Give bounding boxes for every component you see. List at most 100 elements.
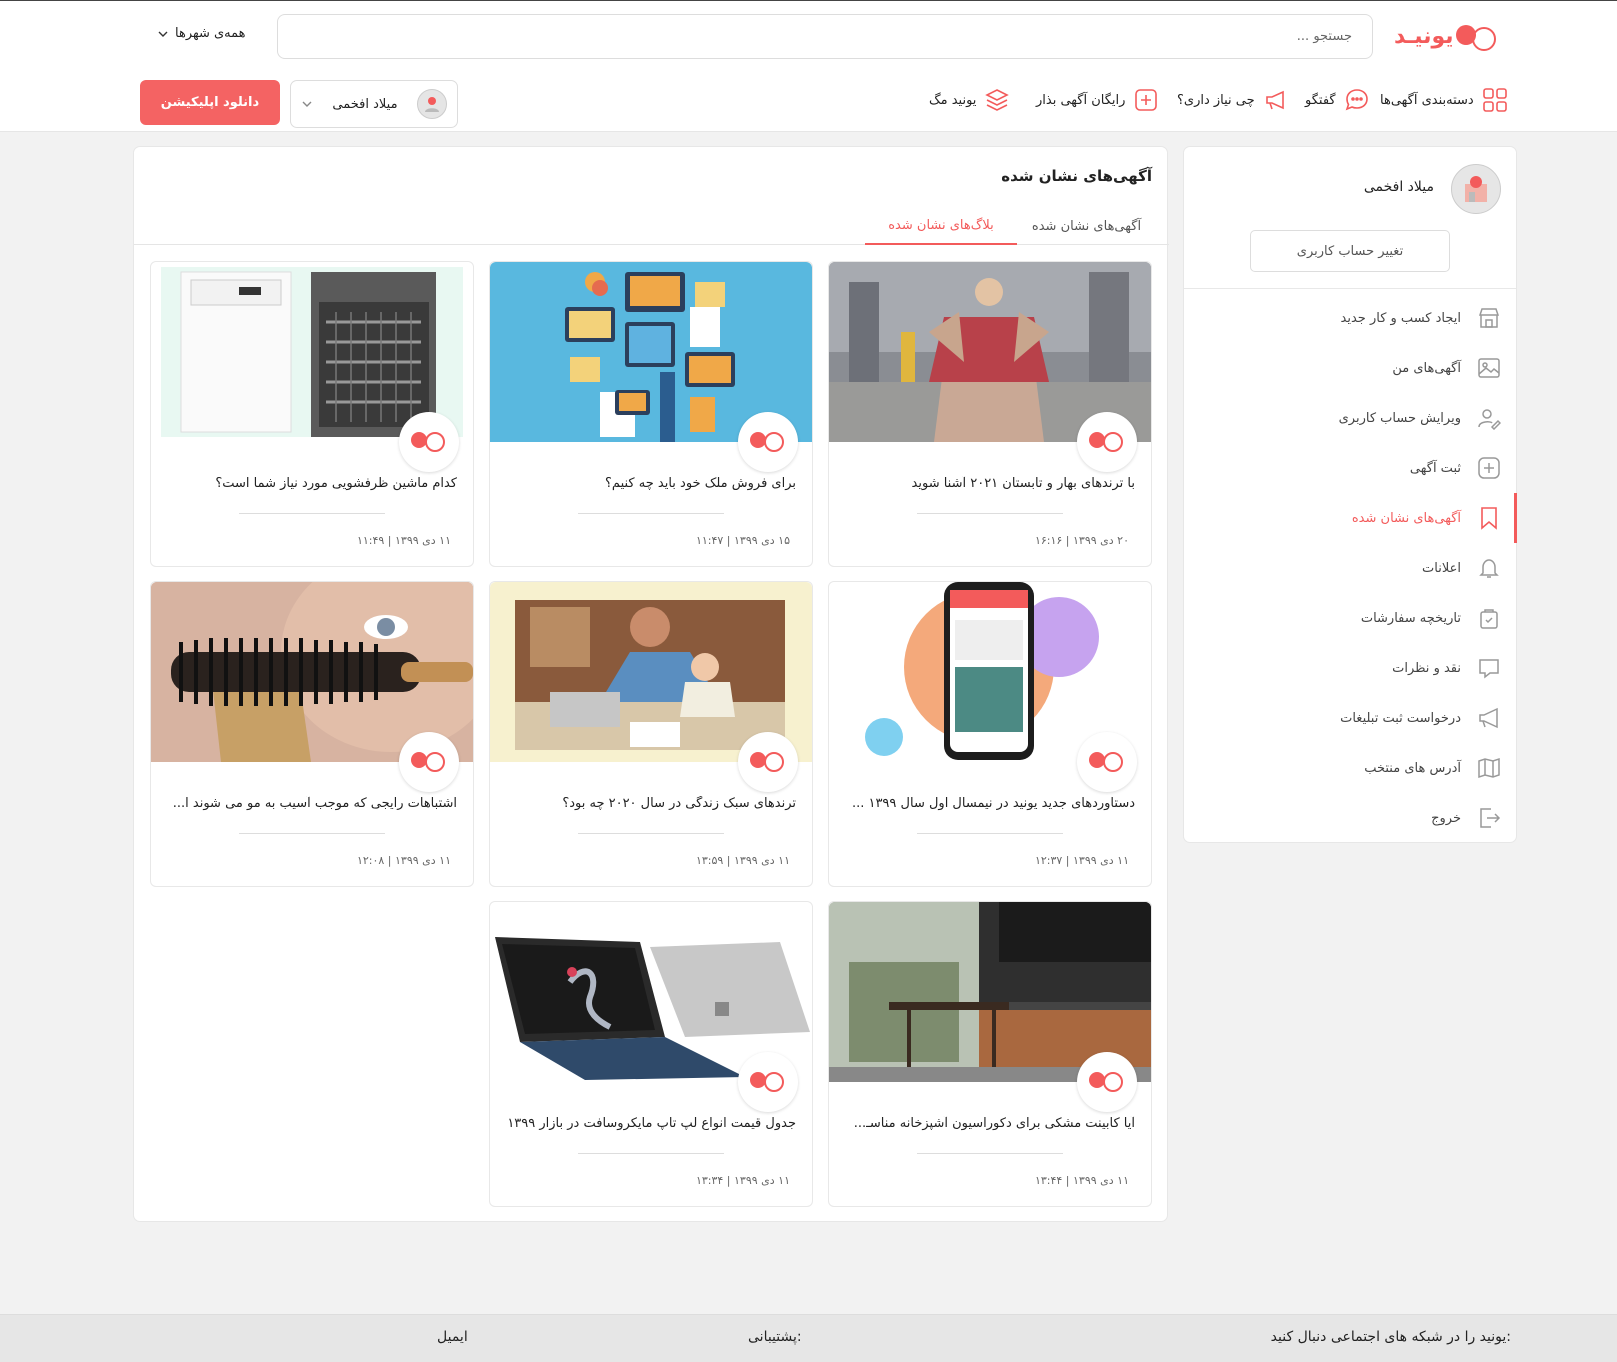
sidebar-item-ad-request[interactable]: درخواست ثبت تبلیغات bbox=[1184, 693, 1516, 743]
sidebar-item-post-ad[interactable]: ثبت آگهی bbox=[1184, 443, 1516, 493]
nav-categories-label: دسته‌بندی آگهی‌ها bbox=[1380, 92, 1474, 108]
site-logo[interactable]: یونیـد bbox=[1390, 19, 1508, 53]
bookmark-badge[interactable] bbox=[1077, 412, 1137, 472]
card-date: ۱۱ دی ۱۳۹۹ | ۱۲:۳۷ bbox=[1034, 854, 1129, 867]
download-app-button[interactable]: دانلود اپلیکیشن bbox=[140, 80, 280, 125]
card-title[interactable]: جدول قیمت انواع لپ تاپ مایکروسافت در باز… bbox=[502, 1116, 796, 1131]
site-footer: یونید را در شبکه های اجتماعی دنبال کنید:… bbox=[0, 1314, 1617, 1362]
logo-mark-icon bbox=[750, 432, 784, 452]
card-divider bbox=[578, 1153, 724, 1154]
chat-bubble-icon bbox=[1345, 89, 1368, 111]
sidebar-item-label: تاریخچه سفارشات bbox=[1360, 610, 1461, 626]
city-label: همه‌ی شهرها bbox=[175, 26, 246, 41]
bookmarks-panel: آگهی‌های نشان شده آگهی‌های نشان شده بلاگ… bbox=[133, 146, 1169, 1222]
logo-mark-icon bbox=[1089, 432, 1123, 452]
card-divider bbox=[917, 513, 1063, 514]
bookmark-badge[interactable] bbox=[1077, 732, 1137, 792]
profile-name: میلاد افخمی bbox=[1363, 179, 1434, 195]
chevron-down-icon bbox=[302, 101, 312, 107]
bookmark-icon bbox=[1481, 507, 1497, 530]
footer-social-label: یونید را در شبکه های اجتماعی دنبال کنید: bbox=[1270, 1329, 1511, 1345]
logo-mark-icon bbox=[750, 1072, 784, 1092]
sidebar-item-bookmarked[interactable]: آگهی‌های نشان شده bbox=[1184, 493, 1517, 543]
user-avatar-icon bbox=[1465, 176, 1487, 202]
nav-free-ad[interactable]: رایگان آگهی بذار bbox=[1036, 87, 1159, 113]
card-date: ۱۱ دی ۱۳۹۹ | ۱۳:۵۹ bbox=[695, 854, 790, 867]
sidebar-item-new-business[interactable]: ایجاد کسب و کار جدید bbox=[1184, 293, 1516, 343]
blog-card[interactable]: ترندهای سبک زندگی در سال ۲۰۲۰ چه بود؟ ۱۱… bbox=[489, 581, 813, 887]
nav-mag-label: یونید مگ bbox=[929, 92, 977, 108]
bookmark-badge[interactable] bbox=[738, 732, 798, 792]
card-date: ۱۱ دی ۱۳۹۹ | ۱۳:۳۴ bbox=[695, 1174, 790, 1187]
card-date: ۱۱ دی ۱۳۹۹ | ۱۱:۴۹ bbox=[356, 534, 451, 547]
sidebar-item-label: ایجاد کسب و کار جدید bbox=[1340, 310, 1461, 326]
blog-card[interactable]: اشتباهات رایجی که موجب آسیب به مو می شون… bbox=[150, 581, 474, 887]
blog-card[interactable]: برای فروش ملک خود باید چه کنیم؟ ۱۵ دی ۱۳… bbox=[489, 261, 813, 567]
blog-card[interactable]: آیا کابینت مشکی برای دکوراسیون آشپزخانه … bbox=[828, 901, 1152, 1207]
card-date: ۱۱ دی ۱۳۹۹ | ۱۲:۰۸ bbox=[356, 854, 451, 867]
search-input[interactable] bbox=[277, 14, 1373, 59]
sidebar-item-label: ثبت آگهی bbox=[1409, 460, 1461, 476]
sidebar-item-edit-profile[interactable]: ویرایش حساب کاربری bbox=[1184, 393, 1516, 443]
city-selector[interactable]: همه‌ی شهرها bbox=[157, 26, 246, 41]
card-title[interactable]: ترندهای سبک زندگی در سال ۲۰۲۰ چه بود؟ bbox=[502, 796, 796, 811]
bookmark-tabs: آگهی‌های نشان شده بلاگ‌های نشان شده bbox=[134, 207, 1169, 245]
sidebar-item-label: آگهی‌های من bbox=[1392, 360, 1461, 376]
profile-sidebar: میلاد افخمی تغییر حساب کاربری ایجاد کسب … bbox=[1183, 146, 1517, 843]
tab-bookmarked-blogs[interactable]: بلاگ‌های نشان شده bbox=[865, 207, 1017, 245]
sidebar-item-label: خروج bbox=[1431, 810, 1461, 826]
bookmark-badge[interactable] bbox=[1077, 1052, 1137, 1112]
blog-card[interactable]: کدام ماشین ظرفشویی مورد نیاز شما است؟ ۱۱… bbox=[150, 261, 474, 567]
blog-card[interactable]: با ترندهای بهار و تابستان ۲۰۲۱ آشنا شوید… bbox=[828, 261, 1152, 567]
map-icon bbox=[1478, 757, 1500, 779]
avatar bbox=[1451, 164, 1501, 214]
switch-account-button[interactable]: تغییر حساب کاربری bbox=[1250, 230, 1450, 272]
user-avatar-icon bbox=[424, 97, 439, 112]
blog-card[interactable]: جدول قیمت انواع لپ تاپ مایکروسافت در باز… bbox=[489, 901, 813, 1207]
sidebar-item-my-ads[interactable]: آگهی‌های من bbox=[1184, 343, 1516, 393]
bookmark-badge[interactable] bbox=[399, 732, 459, 792]
nav-needs[interactable]: چی نیاز داری؟ bbox=[1177, 87, 1289, 113]
sidebar-item-order-history[interactable]: تاریخچه سفارشات bbox=[1184, 593, 1516, 643]
logo-mark-icon bbox=[1455, 25, 1496, 51]
card-divider bbox=[917, 1153, 1063, 1154]
card-date: ۱۱ دی ۱۳۹۹ | ۱۳:۴۴ bbox=[1034, 1174, 1129, 1187]
plus-square-icon bbox=[1135, 89, 1158, 111]
sidebar-item-logout[interactable]: خروج bbox=[1184, 793, 1516, 843]
page-title: آگهی‌های نشان شده bbox=[1001, 167, 1152, 185]
card-title[interactable]: اشتباهات رایجی که موجب آسیب به مو می شون… bbox=[163, 796, 457, 811]
sidebar-item-saved-addresses[interactable]: آدرس های منتخب bbox=[1184, 743, 1516, 793]
card-title[interactable]: با ترندهای بهار و تابستان ۲۰۲۱ آشنا شوید bbox=[841, 476, 1135, 491]
card-title[interactable]: آیا کابینت مشکی برای دکوراسیون آشپزخانه … bbox=[841, 1116, 1135, 1131]
bookmark-badge[interactable] bbox=[399, 412, 459, 472]
card-title[interactable]: کدام ماشین ظرفشویی مورد نیاز شما است؟ bbox=[163, 476, 457, 491]
nav-chat[interactable]: گفتگو bbox=[1305, 87, 1370, 113]
card-date: ۱۵ دی ۱۳۹۹ | ۱۱:۴۷ bbox=[695, 534, 790, 547]
nav-categories[interactable]: دسته‌بندی آگهی‌ها bbox=[1380, 87, 1508, 113]
sidebar-item-label: ویرایش حساب کاربری bbox=[1338, 410, 1461, 426]
bookmark-badge[interactable] bbox=[738, 1052, 798, 1112]
chevron-down-icon bbox=[158, 31, 168, 37]
header-user-name: میلاد افخمی bbox=[332, 96, 398, 112]
logo-mark-icon bbox=[411, 432, 445, 452]
user-menu-select[interactable]: میلاد افخمی bbox=[290, 80, 458, 128]
avatar bbox=[416, 89, 447, 119]
sidebar-item-reviews[interactable]: نقد و نظرات bbox=[1184, 643, 1516, 693]
blog-card[interactable]: دستاوردهای جدید یونید در نیمسال اول سال … bbox=[828, 581, 1152, 887]
sidebar-item-label: نقد و نظرات bbox=[1392, 660, 1461, 676]
sidebar-item-notifications[interactable]: اعلانات bbox=[1184, 543, 1516, 593]
bell-icon bbox=[1479, 559, 1499, 578]
card-divider bbox=[578, 513, 724, 514]
tab-bookmarked-ads[interactable]: آگهی‌های نشان شده bbox=[1019, 207, 1154, 245]
comment-icon bbox=[1479, 659, 1499, 679]
card-title[interactable]: دستاوردهای جدید یونید در نیمسال اول سال … bbox=[841, 796, 1135, 811]
nav-mag[interactable]: یونید مگ bbox=[929, 87, 1010, 113]
card-date: ۲۰ دی ۱۳۹۹ | ۱۶:۱۶ bbox=[1034, 534, 1129, 547]
bookmark-badge[interactable] bbox=[738, 412, 798, 472]
card-title[interactable]: برای فروش ملک خود باید چه کنیم؟ bbox=[502, 476, 796, 491]
image-icon bbox=[1478, 358, 1500, 378]
bag-icon bbox=[1480, 609, 1498, 629]
card-divider bbox=[578, 833, 724, 834]
plus-square-icon bbox=[1478, 457, 1500, 479]
sidebar-item-label: اعلانات bbox=[1422, 560, 1461, 576]
